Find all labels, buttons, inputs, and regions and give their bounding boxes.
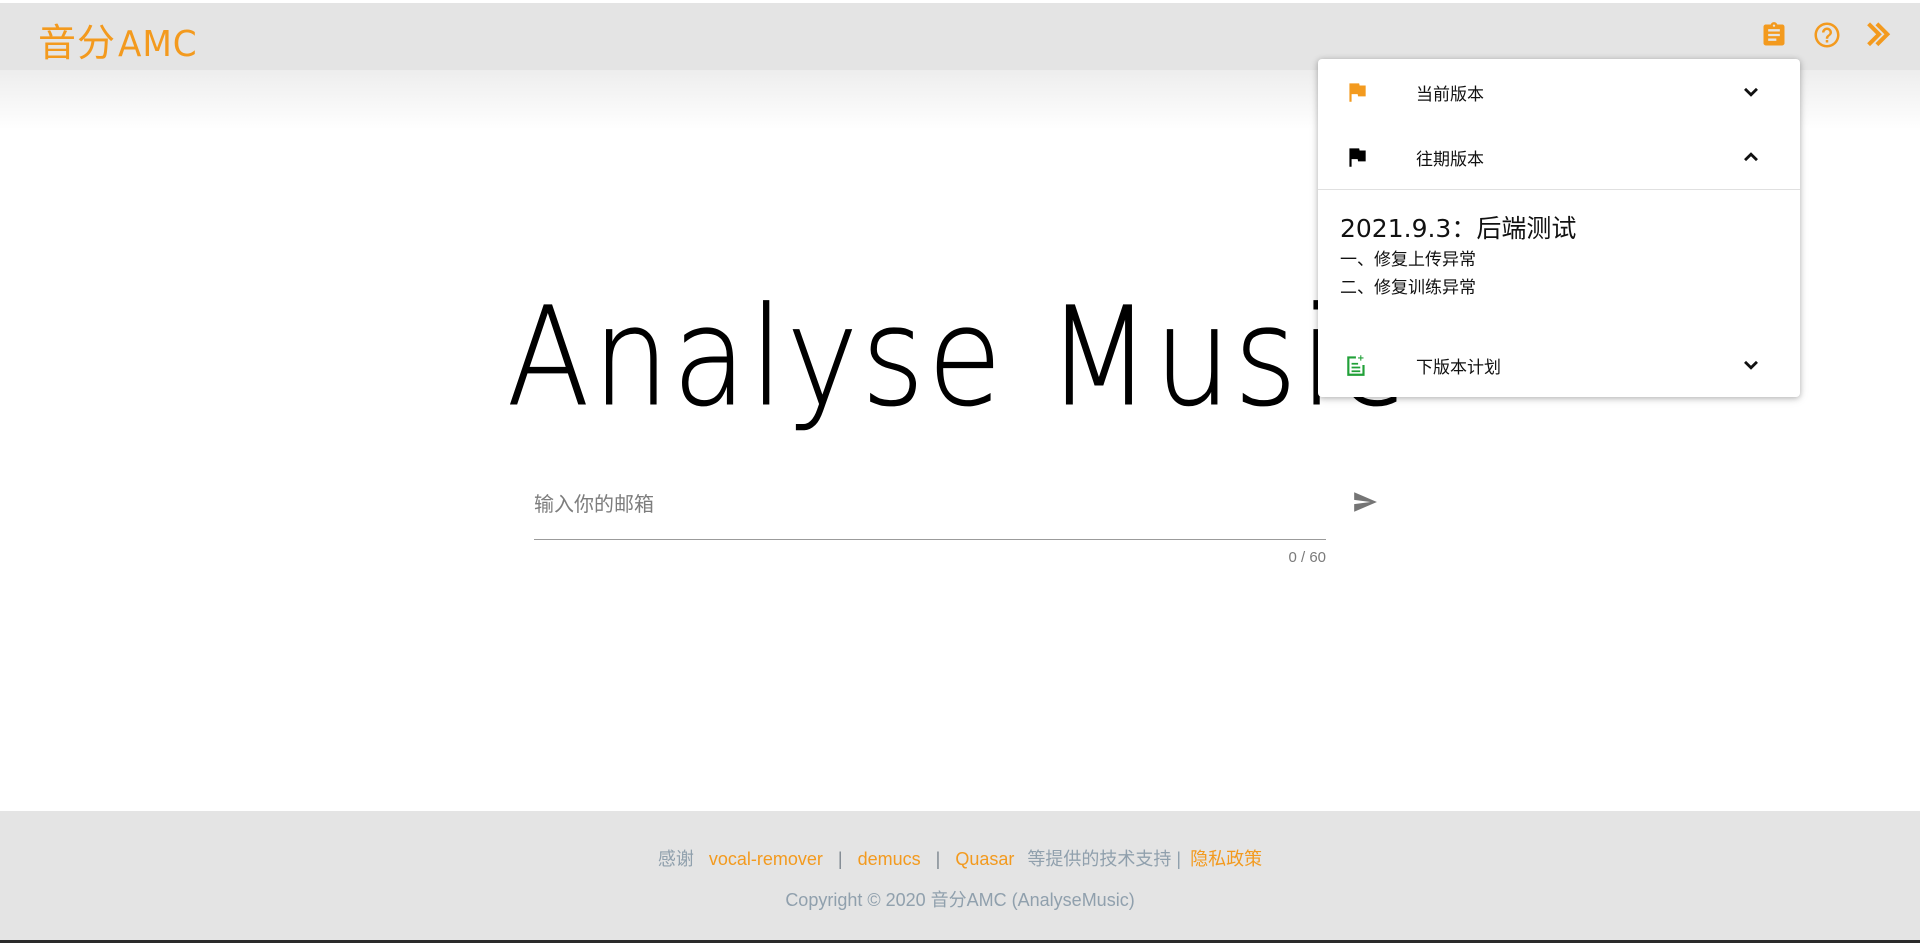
separator: | [935, 849, 941, 869]
note-add-icon [1347, 355, 1365, 376]
chevron-up-icon [1744, 152, 1758, 162]
vocal-remover-link[interactable]: vocal-remover [709, 849, 823, 869]
logo-chinese-text: 音分 [38, 21, 117, 65]
release-note: 一、修复上传异常 [1340, 250, 1476, 270]
clipboard-icon[interactable] [1758, 19, 1790, 51]
support-text: 等提供的技术支持 | [1027, 849, 1182, 869]
panel-divider [1318, 189, 1800, 190]
email-input[interactable] [534, 484, 1314, 524]
double-chevron-right-icon[interactable] [1862, 19, 1894, 51]
black-flag-icon [1349, 148, 1366, 167]
current-version-label: 当前版本 [1416, 85, 1484, 105]
quasar-link[interactable]: Quasar [955, 849, 1014, 869]
char-counter: 0 / 60 [1288, 549, 1326, 566]
chevron-down-icon [1744, 87, 1758, 97]
versions-panel: 当前版本 往期版本 2021.9.3：后端测试 一、修复上传异常 二、修复训练异… [1318, 59, 1800, 397]
next-version-plan-label: 下版本计划 [1416, 358, 1501, 378]
hero-title-text: Analyse Music [507, 290, 1407, 437]
past-version-item[interactable]: 往期版本 [1318, 124, 1800, 188]
chevron-down-icon [1744, 360, 1758, 370]
current-version-item[interactable]: 当前版本 [1318, 59, 1800, 123]
hero-title: Analyse Music [507, 279, 1407, 450]
release-note: 二、修复训练异常 [1340, 278, 1476, 298]
past-version-content: 2021.9.3：后端测试 一、修复上传异常 二、修复训练异常 [1340, 212, 1780, 302]
send-button[interactable] [1348, 487, 1382, 517]
thanks-text: 感谢 [657, 849, 694, 869]
footer-credits: 感谢 vocal-remover | demucs | Quasar 等提供的技… [0, 845, 1920, 871]
send-icon [1354, 492, 1377, 512]
release-title: 2021.9.3：后端测试 [1340, 214, 1577, 243]
help-circle-icon[interactable] [1811, 19, 1843, 51]
next-version-plan-item[interactable]: 下版本计划 [1318, 332, 1800, 396]
orange-flag-icon [1349, 83, 1366, 102]
logo-english-text: AMC [118, 24, 198, 65]
privacy-policy-link[interactable]: 隐私政策 [1190, 849, 1262, 869]
analyse-music-wordmark: Analyse Music [507, 279, 1407, 438]
logo[interactable]: 音分 AMC [38, 12, 202, 67]
past-version-label: 往期版本 [1416, 150, 1484, 170]
email-field[interactable] [534, 476, 1326, 540]
demucs-link[interactable]: demucs [858, 849, 921, 869]
footer [0, 811, 1920, 940]
separator: | [837, 849, 843, 869]
copyright: Copyright © 2020 音分AMC (AnalyseMusic) [785, 890, 1135, 910]
